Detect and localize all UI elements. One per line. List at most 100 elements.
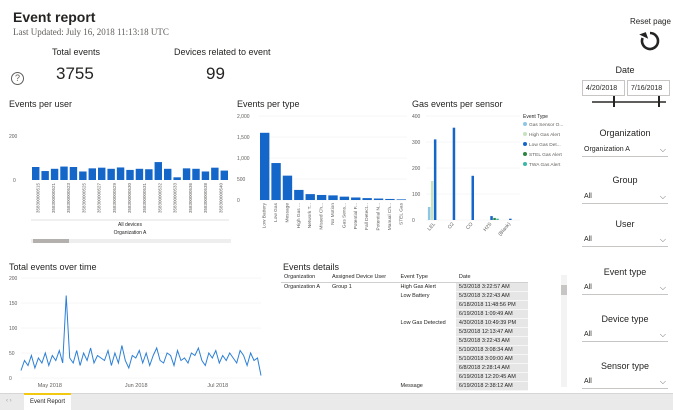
events-per-type-title: Events per type — [237, 99, 300, 109]
organization-dropdown[interactable]: Organization A ⌵ — [582, 143, 668, 157]
bar — [385, 198, 395, 200]
page-tab-bar — [0, 393, 673, 410]
x-tick-label: Potential N... — [376, 203, 382, 230]
table-row[interactable]: Organization A Group 1 High Gas Alert 5/3/2… — [281, 282, 528, 292]
reset-icon[interactable] — [638, 29, 662, 53]
table-row[interactable]: Low Battery 5/3/2018 3:22:43 AM — [281, 291, 528, 301]
table-cell — [329, 355, 398, 364]
last-updated: Last Updated: July 16, 2018 11:13:18 UTC — [13, 27, 169, 37]
table-cell: 6/18/2018 11:48:56 PM — [455, 300, 528, 310]
column-header[interactable]: Assigned Device User — [328, 272, 398, 283]
x-tick-label: Low Gas — [273, 202, 279, 222]
events-details-title: Events details — [283, 262, 340, 272]
total-events-label: Total events — [52, 47, 101, 57]
y-tick-label: 100 — [9, 326, 18, 332]
y-tick-label: 2,000 — [237, 114, 250, 120]
date-start-input[interactable]: 4/20/2018 — [582, 80, 625, 96]
table-cell: 5/10/2018 3:08:34 AM — [455, 345, 528, 355]
date-range-start-handle[interactable] — [613, 96, 615, 107]
tab-event-report[interactable]: Event Report — [24, 393, 72, 410]
table-cell — [329, 301, 398, 310]
table-cell: 6/19/2018 12:20:45 AM — [455, 372, 528, 382]
tab-nav-icon[interactable]: ‹ › — [6, 398, 12, 404]
bar — [154, 162, 162, 180]
table-row[interactable]: 6/19/2018 1:09:49 AM — [281, 309, 528, 319]
table-row[interactable]: 6/8/2018 2:28:14 AM — [281, 363, 528, 373]
column-header[interactable]: Organization — [281, 272, 329, 283]
table-scrollbar-thumb[interactable] — [561, 285, 567, 295]
x-tick-label: 358300000523 — [66, 183, 71, 214]
table-cell — [281, 292, 329, 301]
bar — [182, 168, 191, 180]
bar — [362, 198, 372, 200]
x-tick-label: LEL — [427, 221, 437, 232]
bar — [271, 163, 281, 200]
table-cell: 6/19/2018 1:09:49 AM — [455, 309, 528, 319]
y-tick-label: 200 — [412, 166, 421, 172]
table-row[interactable]: 5/10/2018 3:09:00 AM — [281, 354, 528, 364]
question-circle-icon[interactable]: ? — [11, 72, 24, 85]
table-row[interactable]: Message 6/19/2018 2:38:12 AM — [281, 381, 528, 391]
date-range-track[interactable] — [592, 101, 666, 103]
bar — [373, 198, 384, 200]
legend-label: High Gas Alert — [529, 132, 561, 138]
events-per-user-chart[interactable]: 200 0 358300000515 358300000521 358300000523… — [9, 112, 231, 246]
table-cell — [398, 328, 456, 337]
table-row[interactable]: 5/3/2018 12:13:47 AM — [281, 327, 528, 337]
x-tick-label: 358300000533 — [173, 183, 178, 214]
bar — [427, 207, 431, 220]
x-tick-label: Jul 2018 — [207, 383, 228, 389]
bar — [88, 168, 96, 180]
table-cell — [281, 346, 329, 355]
series-line — [20, 295, 262, 376]
event-type-dropdown[interactable]: All ⌵ — [582, 281, 668, 295]
device-type-dropdown[interactable]: All ⌵ — [582, 328, 668, 342]
bar — [433, 139, 437, 220]
x-tick-label: O2 — [447, 221, 456, 230]
events-per-type-chart[interactable]: 2,000 1,500 1,000 500 0 Low Battery Low Gas Mes… — [237, 110, 409, 246]
bar — [107, 168, 115, 180]
column-header[interactable]: Event Type — [397, 272, 456, 283]
group-label: All devices — [118, 222, 142, 228]
events-over-time-chart[interactable]: 200 150 100 50 0 May 2018 Jun 2018 Jul 2018 — [9, 273, 271, 391]
event-type-slicer-label: Event type — [603, 267, 647, 277]
bar — [135, 168, 144, 180]
table-cell — [281, 301, 329, 310]
table-row[interactable]: 5/10/2018 3:08:34 AM — [281, 345, 528, 355]
table-row[interactable]: 5/3/2018 3:22:43 AM — [281, 336, 528, 346]
table-cell — [281, 337, 329, 346]
legend-marker — [523, 132, 527, 136]
table-row[interactable]: Low Gas Detected 4/30/2018 10:49:39 PM — [281, 318, 528, 328]
bar — [351, 197, 361, 200]
bar — [496, 218, 499, 220]
table-cell — [329, 382, 398, 391]
table-row[interactable]: 6/19/2018 12:20:45 AM — [281, 372, 528, 382]
column-header[interactable]: Date — [455, 272, 528, 283]
date-slicer-label: Date — [615, 65, 635, 75]
reset-page-label: Reset page — [630, 17, 671, 26]
bar — [50, 168, 59, 180]
table-cell — [329, 364, 398, 373]
bar — [294, 189, 304, 200]
gas-events-chart[interactable]: 400 300 200 100 0 LEL O2 CO H2S (Blank) Event Type… — [412, 110, 572, 246]
bar — [471, 175, 474, 220]
user-dropdown[interactable]: All ⌵ — [582, 233, 668, 247]
x-tick-label: 358300000525 — [81, 183, 86, 214]
sensor-type-dropdown[interactable]: All ⌵ — [582, 375, 668, 389]
events-per-user-title: Events per user — [9, 99, 73, 109]
table-cell — [281, 364, 329, 373]
x-tick-label: CO — [465, 221, 474, 231]
x-tick-label: Network T... — [307, 203, 313, 228]
table-cell — [398, 301, 456, 310]
group-dropdown[interactable]: All ⌵ — [582, 190, 668, 204]
table-row[interactable]: 6/18/2018 11:48:56 PM — [281, 300, 528, 310]
chevron-down-icon: ⌵ — [659, 329, 666, 339]
device-type-slicer-label: Device type — [601, 314, 649, 324]
bar — [32, 167, 40, 180]
x-tick-label: 358300000532 — [157, 183, 162, 214]
table-cell — [329, 310, 398, 319]
y-tick-label: 0 — [412, 218, 415, 224]
date-range-end-handle[interactable] — [658, 96, 660, 107]
y-tick-label: 50 — [9, 351, 15, 357]
date-end-input[interactable]: 7/16/2018 — [627, 80, 670, 96]
